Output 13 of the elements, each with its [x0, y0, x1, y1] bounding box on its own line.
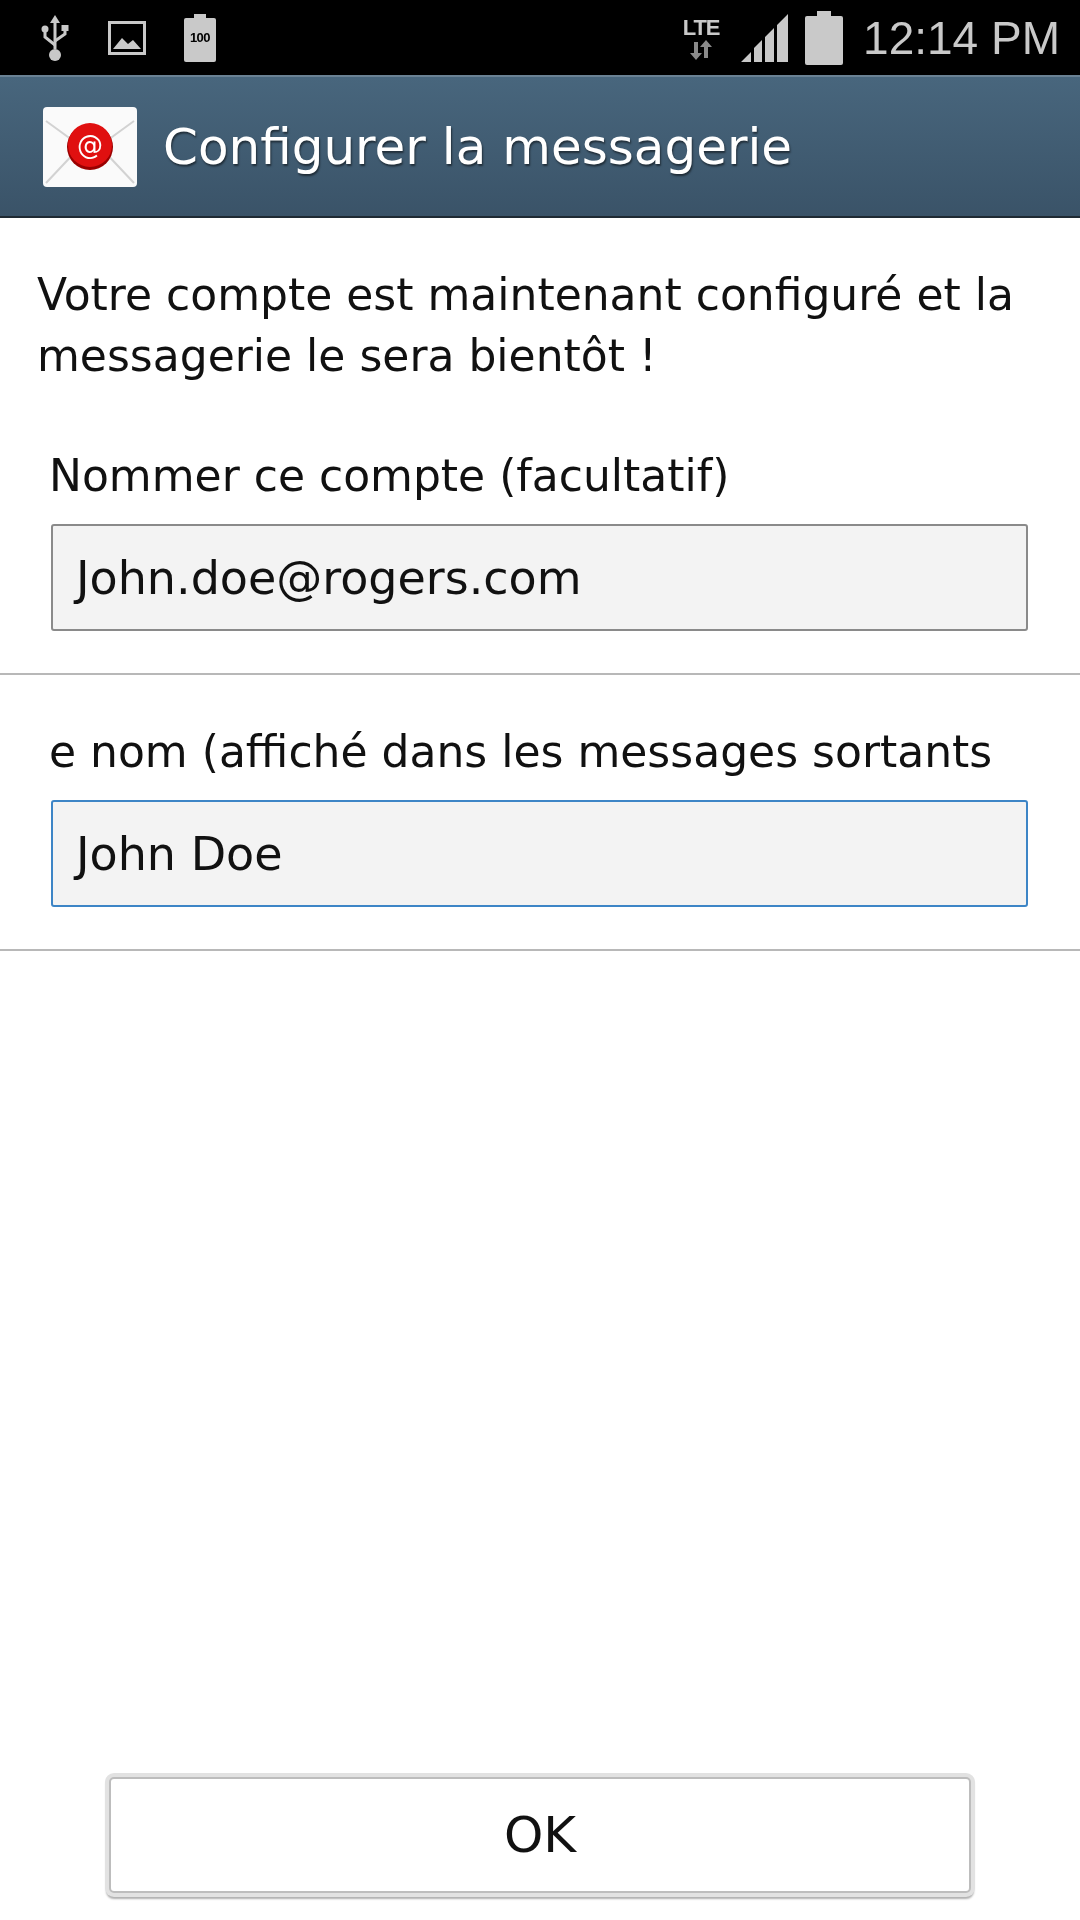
network-type: LTE	[682, 15, 720, 40]
data-arrows-icon	[689, 39, 714, 60]
clock-time: 12:14 PM	[863, 10, 1060, 65]
text-input-field[interactable]: John Doe	[51, 800, 1028, 907]
text-input-field[interactable]: John.doe@rogers.com	[51, 524, 1028, 631]
confirmation-message: Votre compte est maintenant configuré et la messagerie le sera bientôt !	[36, 268, 1015, 383]
image-icon	[108, 20, 146, 55]
field-label: e nom (affiché dans les messages sortants	[48, 725, 994, 779]
field-label: Nommer ce compte (facultatif)	[48, 449, 731, 503]
app-bar-title: Configurer la messagerie	[163, 117, 793, 176]
signal-icon	[741, 13, 790, 62]
email-app-icon: @	[43, 106, 137, 187]
battery-icon	[805, 10, 844, 65]
